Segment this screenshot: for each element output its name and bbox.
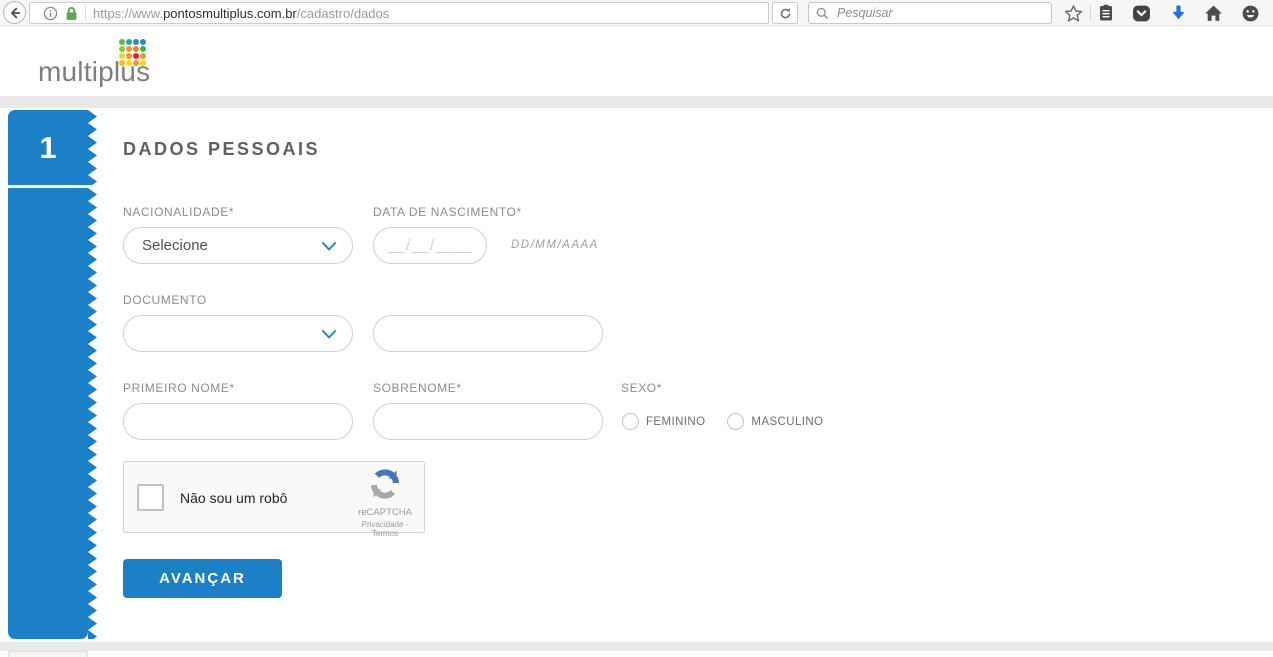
multiplus-logo[interactable]: multiplus [38, 39, 163, 91]
step-rail-gap [8, 185, 99, 188]
browser-window: https://www.pontosmultiplus.com.br/cadas… [0, 0, 1273, 655]
logo-dots-icon [119, 39, 146, 66]
nascimento-label: DATA DE NASCIMENTO* [373, 205, 522, 219]
feminino-label: FEMININO [646, 416, 705, 428]
recaptcha-widget: Não sou um robô reCAPTCHA Privacidade - … [123, 461, 425, 533]
home-icon [1204, 4, 1223, 23]
bookmarks-menu-button[interactable] [1093, 1, 1119, 25]
sexo-label: SEXO* [621, 381, 662, 395]
nascimento-input[interactable] [373, 227, 487, 264]
step-rail-bar [8, 186, 88, 639]
zigzag-edge-icon [88, 110, 99, 639]
site-header: multiplus [0, 27, 1273, 96]
avancar-button[interactable]: AVANÇAR [123, 559, 282, 598]
download-arrow-icon [1169, 4, 1188, 23]
documento-select[interactable] [123, 315, 353, 352]
nacionalidade-selected-value: Selecione [142, 237, 208, 254]
recaptcha-logo-icon [369, 468, 401, 500]
sexo-radio-group: FEMININO MASCULINO [622, 413, 823, 430]
reload-button[interactable] [772, 2, 798, 24]
lock-icon[interactable] [65, 6, 78, 21]
star-icon [1064, 4, 1083, 23]
masculino-label: MASCULINO [751, 416, 823, 428]
bookmark-star-button[interactable] [1060, 1, 1086, 25]
search-icon [816, 7, 829, 20]
back-button[interactable] [3, 1, 26, 24]
home-button[interactable] [1200, 1, 1226, 25]
recaptcha-label: Não sou um robô [180, 490, 287, 506]
hello-smiley-button[interactable] [1237, 1, 1263, 25]
url-domain: pontosmultiplus.com.br [163, 6, 297, 21]
info-icon[interactable] [43, 6, 58, 21]
pocket-button[interactable] [1128, 1, 1154, 25]
radio-circle-icon[interactable] [727, 413, 744, 430]
downloads-button[interactable] [1165, 1, 1191, 25]
urlbar-divider [85, 5, 86, 21]
url-bar[interactable]: https://www.pontosmultiplus.com.br/cadas… [29, 2, 769, 24]
chevron-down-icon [322, 330, 336, 339]
step-1-indicator: 1 [8, 110, 88, 186]
primeiro-nome-label: PRIMEIRO NOME* [123, 381, 235, 395]
footer-divider [0, 642, 1273, 651]
recaptcha-brand: reCAPTCHA [355, 507, 415, 518]
nacionalidade-label: NACIONALIDADE* [123, 205, 234, 219]
pocket-icon [1132, 4, 1151, 23]
url-scheme: https://www. [93, 6, 163, 21]
search-bar[interactable] [808, 2, 1052, 24]
step-number: 1 [39, 130, 56, 166]
header-divider [0, 96, 1273, 108]
nascimento-format-hint: DD/MM/AAAA [511, 239, 599, 251]
search-input[interactable] [835, 4, 1051, 22]
documento-numero-input[interactable] [373, 315, 603, 352]
documento-label: DOCUMENTO [123, 293, 207, 307]
url-path: /cadastro/dados [297, 6, 390, 21]
toolbar-divider [1090, 5, 1091, 21]
recaptcha-checkbox[interactable] [137, 484, 164, 511]
radio-masculino[interactable]: MASCULINO [727, 413, 823, 430]
step-rail: 1 [8, 110, 99, 639]
browser-toolbar: https://www.pontosmultiplus.com.br/cadas… [0, 0, 1273, 26]
chevron-down-icon [322, 242, 336, 251]
sobrenome-label: SOBRENOME* [373, 381, 462, 395]
sobrenome-input[interactable] [373, 403, 603, 440]
radio-circle-icon[interactable] [622, 413, 639, 430]
primeiro-nome-input[interactable] [123, 403, 353, 440]
smiley-icon [1241, 4, 1260, 23]
recaptcha-links[interactable]: Privacidade - Termos [355, 520, 415, 538]
step-2-peek [8, 651, 88, 657]
url-text[interactable]: https://www.pontosmultiplus.com.br/cadas… [93, 6, 389, 21]
nacionalidade-select[interactable]: Selecione [123, 227, 353, 264]
reload-icon [779, 7, 792, 20]
section-title: DADOS PESSOAIS [123, 139, 320, 160]
back-arrow-icon [8, 6, 22, 20]
radio-feminino[interactable]: FEMININO [622, 413, 705, 430]
clipboard-icon [1097, 4, 1115, 22]
